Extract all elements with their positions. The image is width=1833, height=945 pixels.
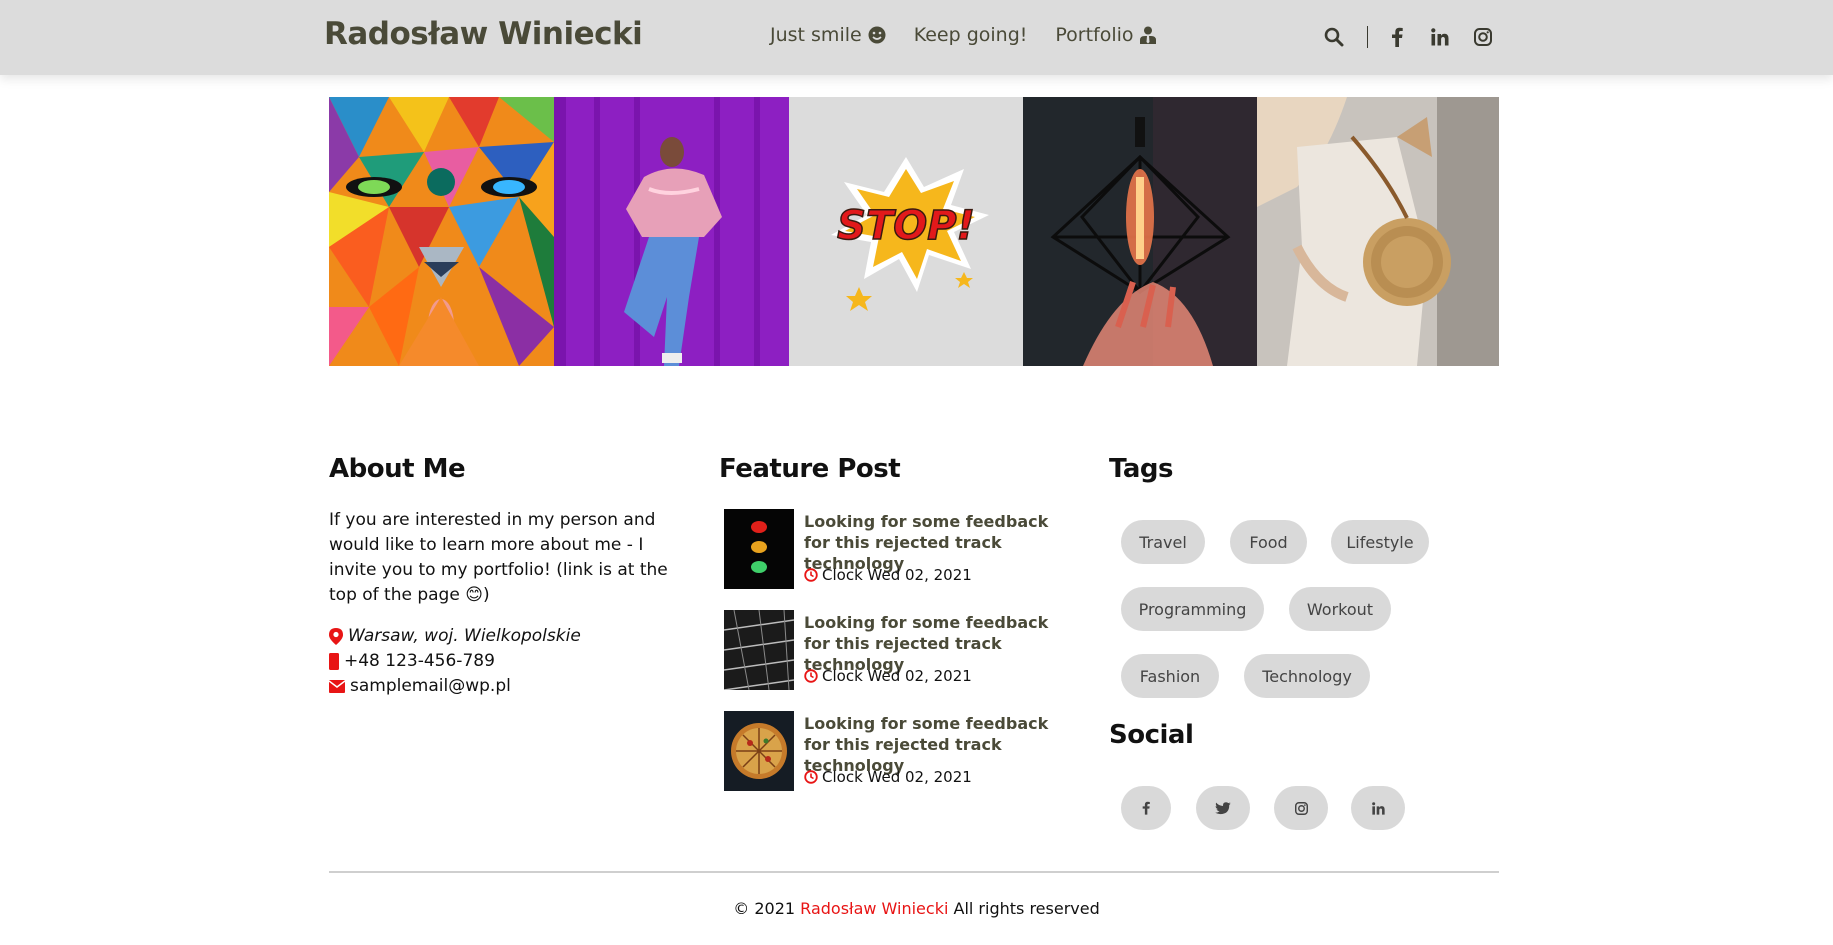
nav-portfolio[interactable]: Portfolio [1055,24,1156,46]
gallery-image-lion-mural[interactable] [329,97,554,366]
tag-technology[interactable]: Technology [1244,654,1370,698]
feature-post[interactable]: Looking for some feedback for this rejec… [724,610,1074,690]
post-date: Clock Wed 02, 2021 [804,667,972,685]
contact-phone: +48 123-456-789 [329,651,495,671]
smile-icon [868,26,886,44]
gallery-image-bulb-lamp[interactable] [1023,97,1257,366]
post-thumbnail-pizza [724,711,794,791]
tag-fashion[interactable]: Fashion [1121,654,1219,698]
gallery-image-purple-wall[interactable] [554,97,789,366]
tag-lifestyle[interactable]: Lifestyle [1331,520,1429,564]
post-thumbnail-track [724,610,794,690]
facebook-icon[interactable] [1384,24,1410,50]
image-gallery: STOP! [329,97,1499,366]
gallery-image-straw-bag[interactable] [1257,97,1499,366]
social-title: Social [1109,720,1194,750]
tag-travel[interactable]: Travel [1121,520,1205,564]
linkedin-icon [1371,801,1385,815]
feature-title: Feature Post [719,454,901,484]
search-icon[interactable] [1321,24,1347,50]
tags-title: Tags [1109,454,1174,484]
tag-workout[interactable]: Workout [1289,587,1391,631]
phone-text: +48 123-456-789 [344,651,495,671]
footer-author-link[interactable]: Radosław Winiecki [800,899,948,918]
brand-logo[interactable]: Radosław Winiecki [324,16,643,52]
twitter-icon [1215,801,1231,814]
header-icons [1321,24,1496,50]
clock-icon [804,669,818,683]
phone-icon [329,652,339,670]
gallery-image-stop-sticker[interactable]: STOP! [789,97,1023,366]
post-date: Clock Wed 02, 2021 [804,768,972,786]
footer-divider [329,871,1499,873]
social-twitter-button[interactable] [1196,786,1250,830]
main-nav: Just smile Keep going! Portfolio [770,24,1156,46]
nav-label: Just smile [770,24,862,46]
nav-label: Keep going! [913,24,1028,46]
post-date: Clock Wed 02, 2021 [804,566,972,584]
contact-email[interactable]: samplemail@wp.pl [329,676,511,696]
footer: © 2021 Radosław Winiecki All rights rese… [0,899,1833,918]
envelope-icon [329,679,345,693]
map-marker-icon [329,627,343,645]
about-title: About Me [329,454,466,484]
post-date-text: Clock Wed 02, 2021 [822,667,972,685]
contact-location: Warsaw, woj. Wielkopolskie [329,626,581,646]
instagram-icon [1294,801,1308,815]
post-date-text: Clock Wed 02, 2021 [822,768,972,786]
footer-rights: All rights reserved [953,899,1100,918]
footer-copyright: © 2021 [733,899,796,918]
clock-icon [804,770,818,784]
user-tie-icon [1139,26,1156,44]
post-date-text: Clock Wed 02, 2021 [822,566,972,584]
post-title[interactable]: Looking for some feedback for this rejec… [804,713,1074,776]
site-header: Radosław Winiecki Just smile Keep going!… [0,0,1833,75]
facebook-icon [1142,801,1150,815]
post-thumbnail-traffic-light [724,509,794,589]
linkedin-icon[interactable] [1427,24,1453,50]
nav-label: Portfolio [1055,24,1134,46]
svg-text:STOP!: STOP! [837,203,975,249]
post-title[interactable]: Looking for some feedback for this rejec… [804,511,1074,574]
header-divider [1367,26,1368,48]
location-text: Warsaw, woj. Wielkopolskie [348,626,581,646]
about-text: If you are interested in my person and w… [329,510,668,605]
email-text: samplemail@wp.pl [350,676,511,696]
feature-post[interactable]: Looking for some feedback for this rejec… [724,711,1074,791]
nav-keep-going[interactable]: Keep going! [914,24,1028,46]
social-facebook-button[interactable] [1121,786,1171,830]
feature-post[interactable]: Looking for some feedback for this rejec… [724,509,1074,589]
nav-just-smile[interactable]: Just smile [770,24,886,46]
tag-food[interactable]: Food [1230,520,1307,564]
instagram-icon[interactable] [1470,24,1496,50]
social-instagram-button[interactable] [1274,786,1328,830]
clock-icon [804,568,818,582]
post-title[interactable]: Looking for some feedback for this rejec… [804,612,1074,675]
tag-programming[interactable]: Programming [1121,587,1264,631]
social-linkedin-button[interactable] [1351,786,1405,830]
